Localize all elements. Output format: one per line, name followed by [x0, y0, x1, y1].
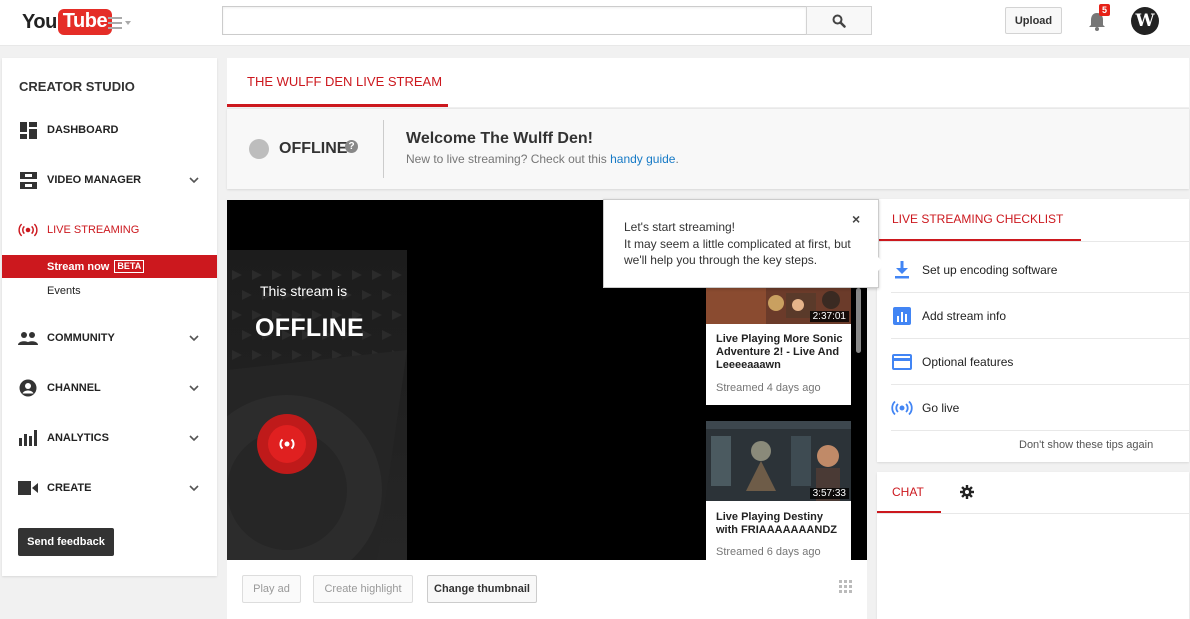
- checklist-item-go-live[interactable]: Go live: [891, 385, 1189, 431]
- tab-live-stream[interactable]: THE WULFF DEN LIVE STREAM: [227, 58, 448, 107]
- community-icon: [18, 328, 38, 348]
- video-duration: 2:37:01: [809, 311, 849, 322]
- offline-line-2: OFFLINE: [255, 314, 365, 342]
- chart-icon: [891, 305, 913, 327]
- sidebar-item-create[interactable]: CREATE: [2, 473, 217, 503]
- stream-status-text: OFFLINE: [279, 140, 348, 157]
- search-input[interactable]: [222, 6, 807, 35]
- sidebar-item-dashboard[interactable]: DASHBOARD: [2, 115, 217, 145]
- sidebar-item-live-streaming[interactable]: LIVE STREAMING: [2, 215, 217, 245]
- beta-badge: BETA: [114, 260, 145, 273]
- play-ad-button[interactable]: Play ad: [242, 575, 301, 603]
- guide-menu-icon[interactable]: [108, 14, 134, 32]
- video-list-scrollbar[interactable]: [856, 288, 861, 353]
- main-tab-bar: THE WULFF DEN LIVE STREAM: [227, 58, 1189, 107]
- help-icon[interactable]: ?: [345, 140, 358, 153]
- broadcast-icon: [891, 397, 913, 419]
- chevron-down-icon[interactable]: [188, 332, 200, 344]
- past-stream-card[interactable]: 3:57:33 Live Playing Destiny with FRIAAA…: [706, 421, 851, 560]
- chevron-down-icon[interactable]: [188, 432, 200, 444]
- checklist-item-encoding[interactable]: Set up encoding software: [891, 247, 1189, 293]
- status-indicator: [249, 139, 269, 159]
- grip-icon[interactable]: [839, 580, 853, 594]
- offline-line-1: This stream is: [260, 283, 348, 299]
- chevron-down-icon[interactable]: [188, 482, 200, 494]
- dont-show-tips-link[interactable]: Don't show these tips again: [1019, 439, 1153, 451]
- gear-icon[interactable]: [959, 484, 975, 500]
- sidebar-item-analytics[interactable]: ANALYTICS: [2, 423, 217, 453]
- player-controls: Play ad Create highlight Change thumbnai…: [227, 560, 867, 619]
- close-icon[interactable]: ×: [852, 211, 860, 227]
- video-meta: Streamed 6 days ago: [716, 546, 821, 558]
- upload-button[interactable]: Upload: [1005, 7, 1062, 34]
- create-icon: [18, 478, 38, 498]
- chat-panel: CHAT: [877, 472, 1189, 619]
- welcome-subtitle: New to live streaming? Check out this ha…: [406, 152, 679, 166]
- tab-checklist[interactable]: LIVE STREAMING CHECKLIST: [877, 199, 1081, 242]
- video-manager-icon: [18, 170, 38, 190]
- past-stream-card[interactable]: 2:37:01 Live Playing More Sonic Adventur…: [706, 288, 851, 405]
- chevron-down-icon[interactable]: [188, 174, 200, 186]
- video-title[interactable]: Live Playing More Sonic Adventure 2! - L…: [716, 333, 844, 372]
- tooltip-title: Let's start streaming!: [624, 220, 735, 234]
- search-button[interactable]: [806, 6, 872, 35]
- video-title[interactable]: Live Playing Destiny with FRIAAAAAAANDZ: [716, 511, 844, 537]
- sidebar-item-community[interactable]: COMMUNITY: [2, 323, 217, 353]
- dashboard-icon: [18, 120, 38, 140]
- top-bar: You Tube Upload 5 W: [0, 0, 1190, 46]
- streaming-tip-popup: Let's start streaming! It may seem a lit…: [603, 199, 885, 288]
- video-duration: 3:57:33: [809, 488, 849, 499]
- sidebar-title: CREATOR STUDIO: [19, 79, 135, 94]
- send-feedback-button[interactable]: Send feedback: [18, 528, 114, 556]
- analytics-icon: [18, 428, 38, 448]
- sidebar-subitem-stream-now[interactable]: Stream now BETA: [2, 255, 217, 278]
- tooltip-body: It may seem a little complicated at firs…: [624, 237, 851, 267]
- broadcast-icon: [268, 425, 306, 463]
- handy-guide-link[interactable]: handy guide: [610, 152, 675, 166]
- sidebar-item-channel[interactable]: CHANNEL: [2, 373, 217, 403]
- create-highlight-button[interactable]: Create highlight: [313, 575, 413, 603]
- tab-chat[interactable]: CHAT: [877, 472, 941, 514]
- download-icon: [891, 259, 913, 281]
- video-thumbnail[interactable]: 2:37:01: [706, 288, 851, 324]
- sidebar-item-video-manager[interactable]: VIDEO MANAGER: [2, 165, 217, 195]
- account-avatar[interactable]: W: [1131, 7, 1159, 35]
- creator-studio-sidebar: CREATOR STUDIO DASHBOARD VIDEO MANAGER L…: [2, 58, 217, 576]
- live-streaming-checklist: LIVE STREAMING CHECKLIST Set up encoding…: [877, 199, 1189, 462]
- search-icon: [832, 14, 846, 28]
- sidebar-subitem-events[interactable]: Events: [2, 279, 217, 302]
- stream-status-card: OFFLINE ? Welcome The Wulff Den! New to …: [227, 108, 1189, 189]
- welcome-title: Welcome The Wulff Den!: [406, 130, 593, 147]
- live-streaming-icon: [18, 220, 38, 240]
- video-thumbnail[interactable]: 3:57:33: [706, 421, 851, 501]
- card-icon: [891, 351, 913, 373]
- record-button[interactable]: [257, 414, 317, 474]
- change-thumbnail-button[interactable]: Change thumbnail: [427, 575, 537, 603]
- notification-count-badge: 5: [1099, 4, 1111, 16]
- checklist-item-stream-info[interactable]: Add stream info: [891, 293, 1189, 339]
- channel-icon: [18, 378, 38, 398]
- checklist-item-optional-features[interactable]: Optional features: [891, 339, 1189, 385]
- divider: [383, 120, 384, 178]
- youtube-logo[interactable]: You Tube: [22, 8, 113, 36]
- video-meta: Streamed 4 days ago: [716, 382, 821, 394]
- chevron-down-icon[interactable]: [188, 382, 200, 394]
